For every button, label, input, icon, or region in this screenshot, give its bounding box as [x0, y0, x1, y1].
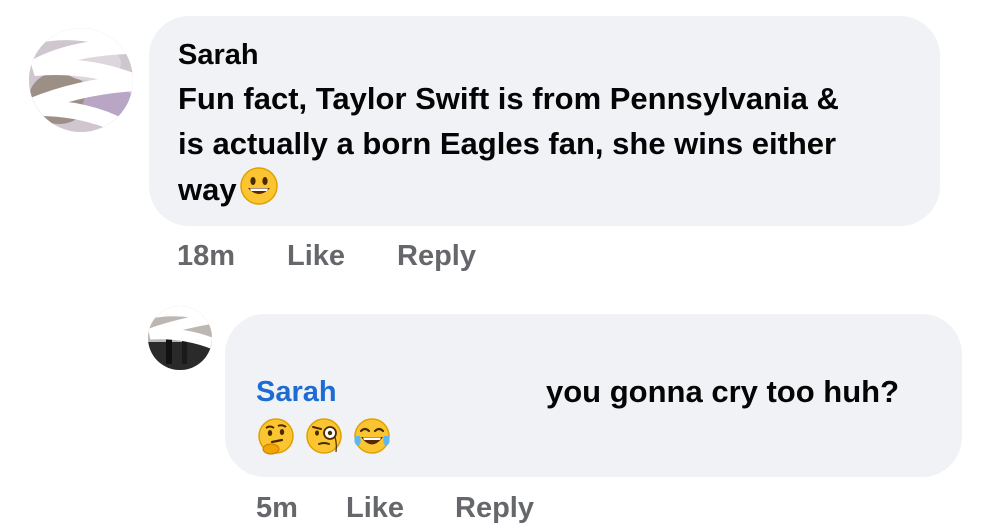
thinking-face-icon [256, 416, 296, 461]
comment-actions: 18m Like Reply [177, 240, 577, 280]
comment-bubble[interactable]: Sarah Fun fact, Taylor Swift is from Pen… [149, 16, 940, 226]
reply-emojis [256, 416, 456, 456]
comment-text: Fun fact, Taylor Swift is from Pennsylva… [178, 76, 938, 218]
face-with-tears-of-joy-icon [352, 416, 392, 461]
reply-button[interactable]: Reply [397, 240, 476, 273]
reply-bubble[interactable]: Sarah you gonna cry too huh? [225, 314, 962, 477]
reply-button[interactable]: Reply [455, 492, 534, 525]
mentioned-user-link[interactable]: Sarah [256, 375, 337, 409]
comment-text-line: way [178, 166, 938, 218]
reply-actions: 5m Like Reply [256, 492, 656, 528]
like-button[interactable]: Like [346, 492, 404, 525]
grinning-face-icon [239, 166, 279, 218]
comment-text-fragment: way [178, 172, 237, 208]
comment-text-line: is actually a born Eagles fan, she wins … [178, 126, 837, 161]
reply-text: you gonna cry too huh? [546, 374, 900, 409]
comment-author[interactable]: Sarah [178, 38, 259, 72]
like-button[interactable]: Like [287, 240, 345, 273]
reply-avatar[interactable] [148, 306, 212, 370]
face-with-monocle-icon [304, 416, 344, 461]
comment-timestamp: 18m [177, 240, 236, 272]
reply-timestamp: 5m [256, 492, 298, 524]
comment-text-line: Fun fact, Taylor Swift is from Pennsylva… [178, 81, 839, 116]
commenter-avatar[interactable] [29, 28, 133, 132]
